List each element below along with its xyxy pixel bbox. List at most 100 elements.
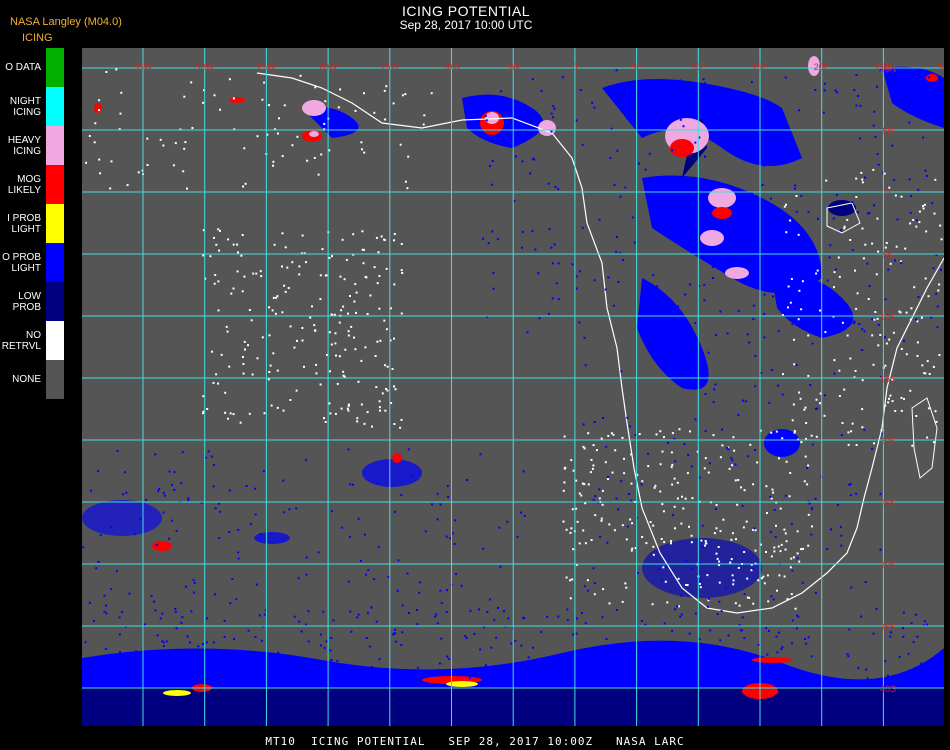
speckle-pixel bbox=[223, 636, 226, 638]
speckle-pixel bbox=[652, 553, 655, 556]
speckle-pixel bbox=[237, 528, 240, 531]
speckle-pixel bbox=[656, 323, 658, 326]
longitude-label: 15E bbox=[752, 62, 768, 72]
speckle-pixel bbox=[773, 550, 776, 553]
speckle-pixel bbox=[807, 513, 810, 516]
speckle-pixel bbox=[734, 602, 737, 605]
speckle-pixel bbox=[771, 488, 774, 491]
speckle-pixel bbox=[532, 646, 534, 649]
speckle-pixel bbox=[704, 155, 706, 158]
speckle-pixel bbox=[810, 655, 813, 658]
speckle-pixel bbox=[891, 144, 894, 147]
speckle-pixel bbox=[400, 644, 403, 646]
speckle-pixel bbox=[384, 118, 387, 121]
speckle-pixel bbox=[866, 677, 869, 680]
speckle-pixel bbox=[319, 633, 322, 636]
speckle-pixel bbox=[655, 433, 658, 436]
speckle-pixel bbox=[690, 541, 693, 544]
speckle-pixel bbox=[787, 306, 789, 309]
speckle-pixel bbox=[630, 652, 633, 655]
speckle-pixel bbox=[551, 297, 554, 300]
speckle-pixel bbox=[165, 640, 168, 643]
speckle-pixel bbox=[737, 309, 740, 312]
speckle-pixel bbox=[110, 160, 113, 163]
speckle-pixel bbox=[887, 401, 890, 404]
speckle-pixel bbox=[162, 511, 165, 514]
speckle-pixel bbox=[514, 639, 517, 642]
legend-label: MOG LIKELY bbox=[7, 173, 41, 196]
speckle-pixel bbox=[291, 261, 294, 264]
speckle-pixel bbox=[85, 667, 88, 670]
speckle-pixel bbox=[469, 677, 472, 680]
speckle-pixel bbox=[911, 444, 914, 447]
speckle-pixel bbox=[846, 653, 849, 656]
speckle-pixel bbox=[499, 565, 502, 568]
speckle-pixel bbox=[126, 184, 129, 187]
speckle-pixel bbox=[848, 628, 851, 631]
speckle-pixel bbox=[834, 89, 837, 92]
speckle-pixel bbox=[737, 566, 740, 569]
speckle-pixel bbox=[94, 122, 97, 125]
speckle-pixel bbox=[687, 454, 690, 456]
longitude-label: 10W bbox=[442, 62, 461, 72]
speckle-pixel bbox=[575, 632, 578, 635]
longitude-label: 30E bbox=[937, 62, 944, 72]
legend-swatch bbox=[46, 282, 64, 321]
speckle-pixel bbox=[171, 483, 174, 486]
speckle-pixel bbox=[730, 558, 733, 561]
speckle-pixel bbox=[912, 674, 915, 677]
speckle-pixel bbox=[863, 330, 866, 333]
speckle-pixel bbox=[217, 280, 220, 283]
speckle-pixel bbox=[859, 104, 862, 107]
speckle-pixel bbox=[752, 318, 755, 321]
speckle-pixel bbox=[263, 81, 266, 84]
speckle-pixel bbox=[905, 311, 908, 314]
speckle-pixel bbox=[159, 138, 162, 141]
speckle-pixel bbox=[260, 275, 263, 278]
speckle-pixel bbox=[361, 148, 363, 151]
speckle-pixel bbox=[674, 362, 677, 365]
speckle-pixel bbox=[226, 330, 229, 333]
speckle-pixel bbox=[743, 551, 746, 553]
speckle-pixel bbox=[801, 581, 804, 584]
speckle-pixel bbox=[538, 317, 541, 320]
speckle-pixel bbox=[353, 336, 355, 339]
speckle-pixel bbox=[750, 569, 753, 572]
longitude-label: 35W bbox=[134, 62, 153, 72]
speckle-pixel bbox=[769, 257, 772, 260]
mog-cell bbox=[712, 207, 732, 219]
speckle-pixel bbox=[289, 325, 292, 328]
speckle-pixel bbox=[807, 544, 810, 547]
speckle-pixel bbox=[330, 313, 333, 316]
speckle-pixel bbox=[731, 675, 734, 678]
speckle-pixel bbox=[856, 95, 859, 97]
speckle-pixel bbox=[273, 243, 276, 246]
speckle-pixel bbox=[339, 275, 342, 278]
speckle-pixel bbox=[168, 470, 171, 473]
speckle-pixel bbox=[926, 175, 929, 177]
speckle-pixel bbox=[213, 463, 215, 466]
speckle-pixel bbox=[436, 492, 439, 495]
speckle-pixel bbox=[880, 429, 883, 432]
speckle-pixel bbox=[440, 637, 443, 640]
speckle-pixel bbox=[404, 93, 407, 96]
speckle-pixel bbox=[789, 301, 792, 304]
speckle-pixel bbox=[376, 282, 379, 285]
speckle-pixel bbox=[652, 197, 655, 200]
latitude-label: 5N bbox=[882, 126, 894, 136]
speckle-pixel bbox=[707, 351, 710, 354]
speckle-pixel bbox=[607, 435, 610, 437]
speckle-pixel bbox=[595, 449, 598, 452]
speckle-pixel bbox=[921, 364, 924, 367]
latitude-label: 5S bbox=[882, 250, 893, 260]
speckle-pixel bbox=[659, 463, 662, 466]
speckle-pixel bbox=[631, 522, 634, 525]
speckle-pixel bbox=[377, 545, 380, 548]
speckle-pixel bbox=[940, 238, 943, 241]
speckle-pixel bbox=[909, 211, 912, 214]
speckle-pixel bbox=[571, 263, 574, 266]
speckle-pixel bbox=[860, 171, 863, 174]
speckle-pixel bbox=[782, 284, 785, 286]
speckle-pixel bbox=[418, 591, 421, 594]
speckle-pixel bbox=[902, 635, 905, 638]
